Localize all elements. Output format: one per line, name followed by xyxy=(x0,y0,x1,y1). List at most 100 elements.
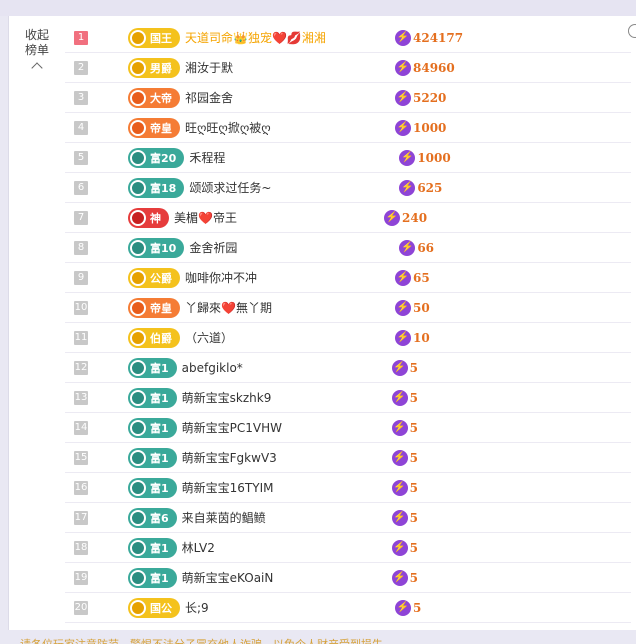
rank-number: 11 xyxy=(74,330,88,345)
user-name[interactable]: 天道司命👑独宠❤️💋湘湘 xyxy=(185,29,395,46)
user-name[interactable]: 咖啡你冲不冲 xyxy=(185,269,395,286)
badge-label: 国公 xyxy=(150,601,172,615)
badge-label: 富1 xyxy=(150,541,169,555)
user-name[interactable]: 祁园金舍 xyxy=(185,89,395,106)
user-name[interactable]: 金舍祈园 xyxy=(189,239,399,256)
badge-label: 男爵 xyxy=(150,61,172,75)
level-badge: 富10 xyxy=(128,237,185,258)
score-value: 1000 xyxy=(417,150,451,165)
ranking-row[interactable]: 18 富1 林LV2 ⚡ 5 xyxy=(65,533,631,563)
user-name[interactable]: 湘汝于默 xyxy=(185,59,395,76)
ranking-row[interactable]: 9 公爵 咖啡你冲不冲 ⚡ 65 xyxy=(65,263,631,293)
level-badge: 神 xyxy=(128,207,169,228)
badge-label: 富1 xyxy=(150,481,169,495)
collapse-label: 收起榜单 xyxy=(24,28,49,57)
score-value: 625 xyxy=(417,180,443,195)
ranking-row[interactable]: 15 富1 萌新宝宝FgkwV3 ⚡ 5 xyxy=(65,443,631,473)
contribution-score: ⚡ 66 xyxy=(399,239,434,256)
lightning-icon: ⚡ xyxy=(391,479,408,496)
ranking-row[interactable]: 1 国王 天道司命👑独宠❤️💋湘湘 ⚡ 424177 xyxy=(65,23,631,53)
user-name[interactable]: 萌新宝宝16TYIM xyxy=(182,479,392,496)
contribution-score: ⚡ 5 xyxy=(391,569,418,586)
score-value: 5220 xyxy=(413,90,447,105)
user-name[interactable]: 旺ღ旺ღ掀ღ被ღ xyxy=(185,119,395,136)
score-value: 84960 xyxy=(413,60,455,75)
rank-number: 16 xyxy=(74,480,88,495)
ranking-row[interactable]: 4 帝皇 旺ღ旺ღ掀ღ被ღ ⚡ 1000 xyxy=(65,113,631,143)
lightning-icon: ⚡ xyxy=(399,239,416,256)
rank-number: 3 xyxy=(74,90,88,105)
ranking-row[interactable]: 3 大帝 祁园金舍 ⚡ 5220 xyxy=(65,83,631,113)
badge-label: 帝皇 xyxy=(150,301,172,315)
level-badge: 富1 xyxy=(128,477,177,498)
ranking-row[interactable]: 14 富1 萌新宝宝PC1VHW ⚡ 5 xyxy=(65,413,631,443)
lightning-icon: ⚡ xyxy=(391,359,408,376)
badge-emblem-icon xyxy=(130,209,146,226)
ranking-panel: 收起榜单 1 国王 天道司命👑独宠❤️💋湘湘 ⚡ 424177 2 男爵 湘汝于默 ⚡ 84960… xyxy=(8,16,636,630)
badge-emblem-icon xyxy=(130,509,146,526)
badge-label: 富1 xyxy=(150,421,169,435)
lightning-icon: ⚡ xyxy=(395,119,411,136)
user-name[interactable]: 萌新宝宝eKOaiN xyxy=(182,569,392,586)
badge-label: 富6 xyxy=(150,511,169,525)
ranking-row[interactable]: 7 神美楣❤️帝王 ⚡ 240 xyxy=(65,203,631,233)
ranking-row[interactable]: 20 国公 长;9 ⚡ 5 xyxy=(65,593,631,623)
user-name[interactable]: 美楣❤️帝王 xyxy=(174,209,384,226)
badge-label: 大帝 xyxy=(150,91,172,105)
badge-emblem-icon xyxy=(130,89,146,106)
ranking-row[interactable]: 10 帝皇 丫歸來❤️無丫期 ⚡ 50 xyxy=(65,293,631,323)
security-notice: 请各位玩家注意防范，警惕不法分子冒充他人诈骗，以免个人财产受到损失 xyxy=(20,636,430,644)
user-name[interactable]: 萌新宝宝skzhk9 xyxy=(182,389,392,406)
ranking-row[interactable]: 6 富18 颂颂求过任务~ ⚡ 625 xyxy=(65,173,631,203)
lightning-icon: ⚡ xyxy=(384,209,400,226)
user-name[interactable]: abefgiklo* xyxy=(182,361,392,375)
ranking-row[interactable]: 13 富1 萌新宝宝skzhk9 ⚡ 5 xyxy=(65,383,631,413)
badge-label: 富20 xyxy=(150,151,177,165)
contribution-score: ⚡ 84960 xyxy=(395,59,455,76)
ranking-row[interactable]: 16 富1 萌新宝宝16TYIM ⚡ 5 xyxy=(65,473,631,503)
level-badge: 富18 xyxy=(128,177,185,198)
badge-emblem-icon xyxy=(130,149,146,166)
ranking-row[interactable]: 17 富6 来自莱茵的鲳鲼 ⚡ 5 xyxy=(65,503,631,533)
level-badge: 富1 xyxy=(128,417,177,438)
ranking-row[interactable]: 5 富20 禾程程 ⚡ 1000 xyxy=(65,143,631,173)
badge-emblem-icon xyxy=(130,479,146,496)
lightning-icon: ⚡ xyxy=(395,59,411,76)
user-name[interactable]: （六道） xyxy=(185,329,395,346)
level-badge: 富1 xyxy=(128,447,177,468)
user-name[interactable]: 颂颂求过任务~ xyxy=(189,179,399,196)
collapse-ranking-button[interactable]: 收起榜单 xyxy=(23,28,51,74)
badge-label: 富1 xyxy=(150,571,169,585)
badge-label: 富1 xyxy=(150,391,169,405)
rank-number: 10 xyxy=(74,300,88,315)
score-value: 5 xyxy=(409,510,419,525)
top-bar xyxy=(0,0,636,16)
user-name[interactable]: 萌新宝宝PC1VHW xyxy=(182,419,392,436)
contribution-score: ⚡ 5 xyxy=(391,509,419,526)
user-name[interactable]: 林LV2 xyxy=(182,539,392,556)
lightning-icon: ⚡ xyxy=(395,89,411,106)
user-name[interactable]: 丫歸來❤️無丫期 xyxy=(185,299,395,316)
contribution-score: ⚡ 1000 xyxy=(395,119,447,136)
level-badge: 伯爵 xyxy=(128,327,180,348)
ranking-row[interactable]: 2 男爵 湘汝于默 ⚡ 84960 xyxy=(65,53,631,83)
user-name[interactable]: 萌新宝宝FgkwV3 xyxy=(182,449,392,466)
badge-label: 富18 xyxy=(150,181,177,195)
ranking-row[interactable]: 19 富1 萌新宝宝eKOaiN ⚡ 5 xyxy=(65,563,631,593)
ranking-list: 1 国王 天道司命👑独宠❤️💋湘湘 ⚡ 424177 2 男爵 湘汝于默 ⚡ 84960 3 大帝 祁园… xyxy=(65,23,631,623)
rank-number: 7 xyxy=(74,210,88,225)
ranking-row[interactable]: 12 富1 abefgiklo* ⚡ 5 xyxy=(65,353,631,383)
score-value: 5 xyxy=(409,420,419,435)
user-name[interactable]: 来自莱茵的鲳鲼 xyxy=(182,509,392,526)
rank-number: 13 xyxy=(74,390,88,405)
badge-label: 公爵 xyxy=(150,271,172,285)
rank-number: 19 xyxy=(74,570,88,585)
level-badge: 富1 xyxy=(128,537,177,558)
ranking-row[interactable]: 8 富10 金舍祈园 ⚡ 66 xyxy=(65,233,631,263)
ranking-row[interactable]: 11 伯爵 （六道） ⚡ 10 xyxy=(65,323,631,353)
user-name[interactable]: 长;9 xyxy=(185,599,395,616)
score-value: 1000 xyxy=(413,120,447,135)
user-name[interactable]: 禾程程 xyxy=(189,149,399,166)
contribution-score: ⚡ 10 xyxy=(395,329,430,346)
lightning-icon: ⚡ xyxy=(399,149,416,166)
